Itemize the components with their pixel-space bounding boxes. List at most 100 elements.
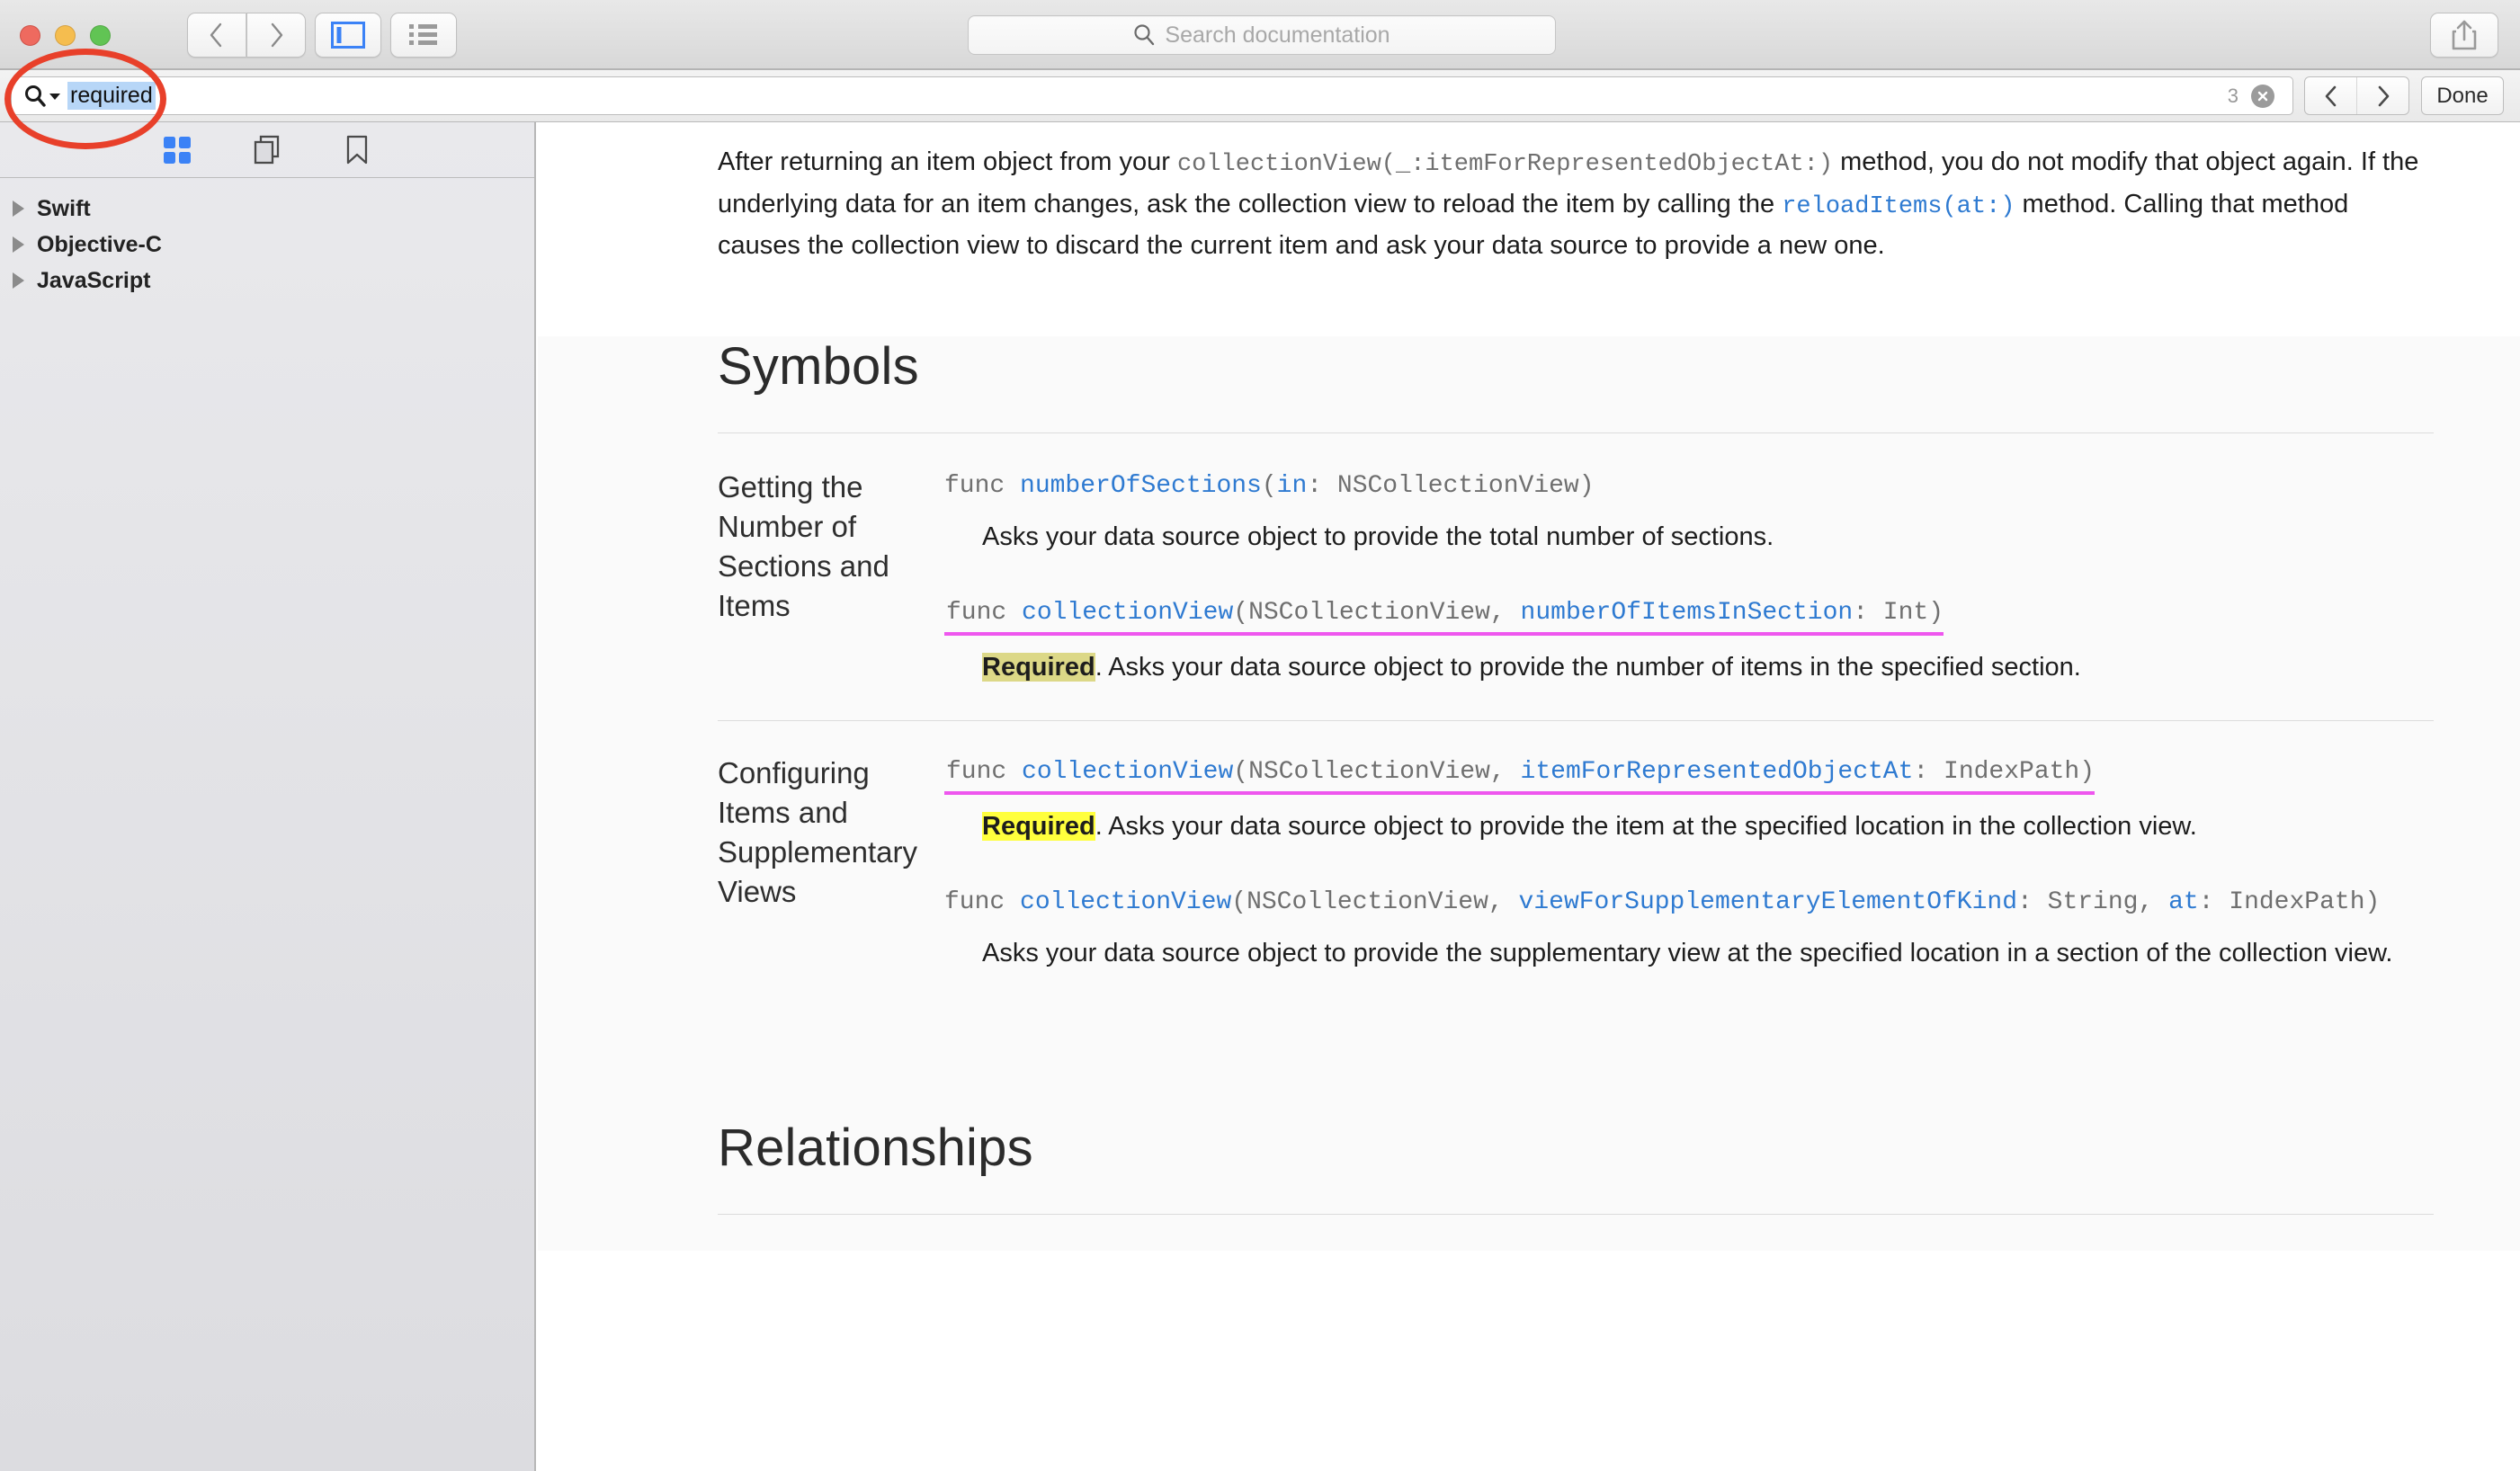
sig-plain: ( [1261,471,1277,500]
divider [718,432,2434,433]
sig-plain: : Int) [1853,599,1944,628]
sidebar-item-label: JavaScript [37,267,151,293]
intro-paragraph: After returning an item object from your… [718,142,2434,266]
forward-button[interactable] [246,13,306,58]
search-match-highlight-active: Required [982,811,1095,841]
method-signature[interactable]: func collectionView(NSCollectionView, nu… [944,594,2434,637]
sidebar-toggle-button[interactable] [315,13,381,58]
find-next-button[interactable] [2357,77,2408,114]
intro-text-1: After returning an item object from your [718,147,1177,176]
sig-identifier[interactable]: collectionView [1022,599,1233,627]
symbol-entry: func collectionView(NSCollectionView, nu… [944,594,2434,688]
share-icon [2452,20,2477,50]
method-description: Asks your data source object to provide … [982,522,1774,551]
method-signature[interactable]: func collectionView(NSCollectionView, it… [944,753,2434,795]
sig-identifier[interactable]: collectionView [1020,888,1231,916]
symbol-entry: func numberOfSections(in: NSCollectionVi… [944,468,2434,557]
method-signature[interactable]: func numberOfSections(in: NSCollectionVi… [944,468,2434,505]
disclosure-triangle-icon[interactable] [13,201,24,217]
description-text: . Asks your data source object to provid… [1095,811,2197,841]
symbol-entries: func numberOfSections(in: NSCollectionVi… [943,468,2434,688]
window-titlebar: Search documentation [0,0,2520,70]
sig-plain: (NSCollectionView, [1231,888,1519,917]
code-collectionview-itemfor: collectionView(_:itemForRepresentedObjec… [1176,151,1834,178]
sig-keyword: func [946,757,1023,786]
signature-underlined[interactable]: func collectionView(NSCollectionView, it… [944,753,2096,795]
sidebar-item-objective-c[interactable]: Objective-C [0,227,534,263]
find-input[interactable]: required 3 [11,76,2293,115]
find-query-text: required [67,82,156,110]
close-icon [2257,91,2268,101]
disclosure-triangle-icon[interactable] [13,272,24,289]
method-description: Asks your data source object to provide … [982,939,2393,968]
zoom-button[interactable] [90,25,111,46]
sig-identifier[interactable]: at [2168,888,2199,916]
documentation-window: Search documentation required 3 Done Swi… [0,0,2520,1471]
sig-identifier[interactable]: viewForSupplementaryElementOfKind [1519,888,2018,916]
method-signature[interactable]: func collectionView(NSCollectionView, vi… [944,884,2434,922]
divider [718,1213,2434,1215]
chevron-right-icon [2378,85,2389,106]
search-placeholder: Search documentation [1165,22,1390,48]
method-description: Required. Asks your data source object t… [982,807,2434,847]
method-description: Required. Asks your data source object t… [982,648,2434,688]
symbols-section: Symbols Getting the Number of Sections a… [538,335,2520,1251]
search-match-highlight-inactive: Required [982,653,1095,682]
sidebar-item-swift[interactable]: Swift [0,191,534,227]
sig-plain: : IndexPath) [1913,757,2096,786]
signature-underlined[interactable]: func collectionView(NSCollectionView, nu… [944,594,1944,637]
find-previous-button[interactable] [2305,77,2357,114]
intro-section: After returning an item object from your… [538,122,2520,266]
back-button[interactable] [187,13,246,58]
sig-plain: (NSCollectionView, [1233,757,1521,786]
pages-icon[interactable] [247,132,287,168]
sig-identifier[interactable]: collectionView [1022,758,1233,786]
sig-identifier[interactable]: in [1277,472,1308,500]
page-title-relationships: Relationships [718,1118,1033,1177]
chevron-left-icon [210,22,222,48]
sig-keyword: func [944,471,1021,500]
sig-keyword: func [944,888,1021,917]
sidebar-toolbar [0,122,534,178]
sig-identifier[interactable]: numberOfItemsInSection [1521,599,1854,627]
symbol-entries: func collectionView(NSCollectionView, it… [943,753,2434,974]
chevron-down-icon [49,93,60,100]
sig-plain: : IndexPath) [2198,888,2381,917]
documentation-content[interactable]: After returning an item object from your… [538,122,2520,1471]
page-title-symbols: Symbols [718,336,919,396]
sig-identifier[interactable]: itemForRepresentedObjectAt [1521,758,1914,786]
search-icon [25,85,46,107]
sidebar-item-label: Swift [37,195,91,221]
share-button[interactable] [2430,13,2498,58]
list-view-button[interactable] [390,13,457,58]
minimize-button[interactable] [55,25,76,46]
sidebar-icon [331,22,365,49]
find-done-button[interactable]: Done [2421,76,2504,115]
bookmark-icon[interactable] [337,132,377,168]
sidebar: Swift Objective-C JavaScript [0,122,536,1471]
find-match-count: 3 [2227,84,2239,107]
close-button[interactable] [20,25,40,46]
symbol-group-title: Getting the Number of Sections and Items [718,469,889,623]
sidebar-list: Swift Objective-C JavaScript [0,178,534,299]
link-reloaditems[interactable]: reloadItems(at:) [1782,193,2015,220]
sidebar-item-javascript[interactable]: JavaScript [0,263,534,299]
find-clear-button[interactable] [2251,84,2274,108]
sig-keyword: func [946,599,1023,628]
traffic-lights [20,25,111,46]
disclosure-triangle-icon[interactable] [13,236,24,253]
chevron-left-icon [2325,85,2336,106]
find-bar: required 3 Done [0,70,2520,122]
sig-plain: : NSCollectionView) [1307,471,1595,500]
search-icon [1134,24,1155,46]
sig-identifier[interactable]: numberOfSections [1020,472,1262,500]
symbol-group-configuring-items: Configuring Items and Supplementary View… [718,719,2434,974]
symbol-group-title: Configuring Items and Supplementary View… [718,755,917,909]
documentation-search-field[interactable]: Search documentation [968,15,1556,55]
symbol-entry: func collectionView(NSCollectionView, vi… [944,884,2434,974]
description-text: . Asks your data source object to provid… [1095,653,2081,682]
find-search-icon[interactable] [24,84,60,109]
list-icon [409,24,437,45]
grid-icon[interactable] [157,132,197,168]
symbol-group-getting-number: Getting the Number of Sections and Items… [718,468,2434,688]
